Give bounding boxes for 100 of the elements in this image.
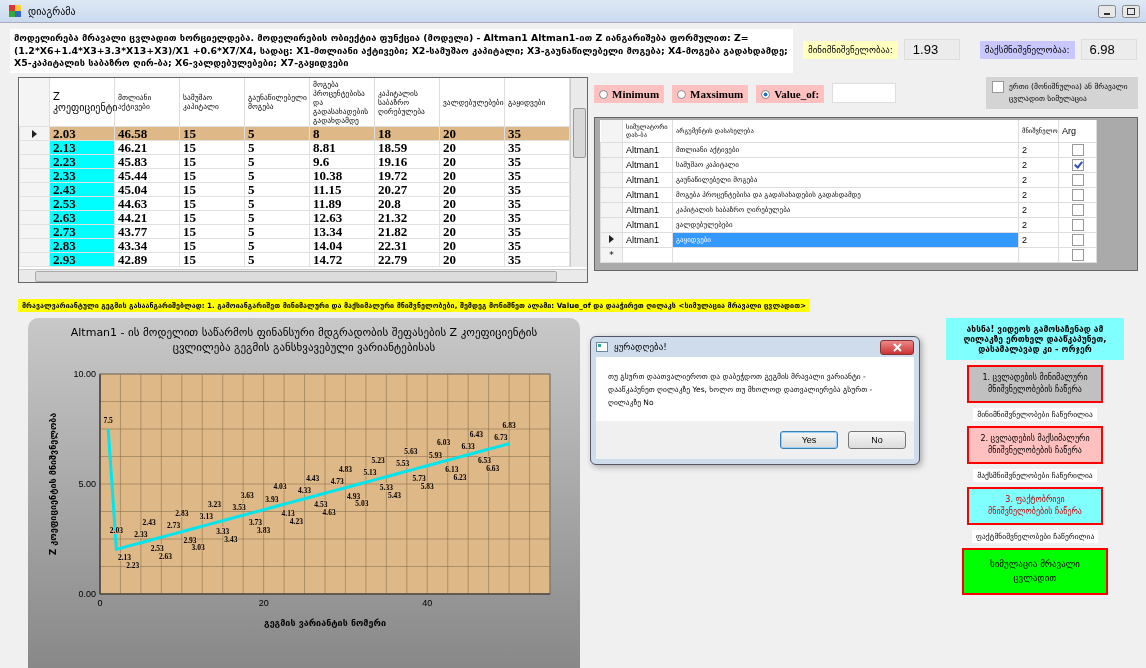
dialog-button[interactable]: Yes	[780, 431, 838, 450]
table-cell: 2	[1018, 157, 1059, 173]
table-cell: 20	[439, 140, 505, 155]
new-row-marker: *	[609, 250, 614, 261]
table-cell: 15	[179, 210, 245, 225]
action-button[interactable]: 2. ცვლადების მაქსიმალური მნიშვნელობების ჩაწერა	[967, 426, 1103, 465]
table-cell: 15	[179, 252, 245, 267]
table-cell: 20	[439, 210, 505, 225]
table-cell: 42.89	[114, 252, 180, 267]
close-button[interactable]	[880, 339, 914, 355]
app-icon	[596, 342, 608, 353]
table-cell: 20	[439, 126, 505, 141]
app-icon	[8, 4, 22, 18]
help-button[interactable]: ახსნა! ვიდეოს გამოსაჩენად ამ ღილაკზე ერთხელ დააწკაპუნეთ, დასამალავად კი - ორჯერ	[946, 318, 1124, 361]
dialog-button[interactable]: No	[848, 431, 906, 450]
checkbox[interactable]	[1071, 249, 1084, 262]
table-cell: 44.21	[114, 210, 180, 225]
table-cell: 21.82	[374, 224, 440, 239]
checkbox[interactable]	[1071, 159, 1084, 172]
table-cell: 20.8	[374, 196, 440, 211]
axis-tick-label: 5.00	[78, 478, 96, 489]
checkbox[interactable]	[1071, 204, 1084, 217]
table-cell: Altman1	[622, 172, 673, 188]
action-button[interactable]: 1. ცვლადების მინიმალური მნიშვნელობების ჩაწერა	[967, 365, 1103, 404]
table-cell: Altman1	[622, 232, 673, 248]
dialog-title: ყურადღება!	[614, 342, 667, 353]
radio-button[interactable]	[761, 89, 771, 99]
table-cell: 45.04	[114, 182, 180, 197]
table-cell: 18	[374, 126, 440, 141]
table-cell: 20	[439, 154, 505, 169]
chart-title: Altman1 - ის მოდელით საწარმოს ფინანსური მდგრადობის შეფასების Z კოეფიციენტის ცვლილება გეგმის განსხვავებული ვარიანტებისას	[69, 326, 539, 356]
table-cell: 15	[179, 224, 245, 239]
description-text: მოდელირება მრავალი ცვლადით ხორციელდება. მოდელირების ობიექტია ფუნქცია (მოდელი) - Altman1 Altman1-ით Z იანგარიშება ფორმულით: Z=(1.2*X6+1.4*X3+3.3*X13+X3)/X1 +0.6*X7/X4, სადაც: X1-მთლიანი აქტივები; X2-სამუშაო კაპიტალი; X3-გაუნაწილებელი მოგება; X4-მოგება გადახდამდე; X5-კაპიტალის საბაზრო ღირ-ბა; X6-ვალდებულებები; X7-გაყიდვები	[10, 29, 793, 74]
table-cell: 22.79	[374, 252, 440, 267]
table-cell: 5	[244, 168, 310, 183]
vertical-scrollbar[interactable]	[570, 78, 587, 268]
radio-button[interactable]	[677, 89, 687, 99]
maximize-icon[interactable]	[1122, 4, 1140, 18]
checkbox[interactable]	[1071, 234, 1084, 247]
table-cell: Altman1	[622, 157, 673, 173]
table-cell: 8.81	[309, 140, 375, 155]
table-cell: 10.38	[309, 168, 375, 183]
y-axis-label: Z კოეფიციენტის მნიშვნელობა	[48, 412, 58, 556]
table-cell: 20	[439, 182, 505, 197]
table-cell: 20	[439, 168, 505, 183]
table-cell: 12.63	[309, 210, 375, 225]
table-cell: 5	[244, 196, 310, 211]
table-cell: 35	[504, 140, 570, 155]
table-cell: 15	[179, 154, 245, 169]
current-row-icon	[32, 130, 37, 139]
column-header[interactable]: Z კოეფიციენტი	[49, 78, 115, 127]
table-cell: 35	[504, 224, 570, 239]
table-cell: 35	[504, 196, 570, 211]
table-cell: 20.27	[374, 182, 440, 197]
checkbox[interactable]	[1071, 189, 1084, 202]
value-field[interactable]	[832, 83, 897, 104]
table-cell: 5	[244, 154, 310, 169]
table-cell: 2	[1018, 187, 1059, 203]
table-cell: 43.34	[114, 238, 180, 253]
window-title: დიაგრამა	[28, 5, 76, 17]
table-cell: 5	[244, 182, 310, 197]
table-cell: 15	[179, 238, 245, 253]
table-cell: 20	[439, 196, 505, 211]
current-row-icon	[609, 235, 614, 244]
minimize-icon[interactable]	[1098, 4, 1116, 18]
table-cell: 11.15	[309, 182, 375, 197]
table-cell: 15	[179, 140, 245, 155]
table-cell: 8	[309, 126, 375, 141]
table-cell: 13.34	[309, 224, 375, 239]
table-cell: 19.72	[374, 168, 440, 183]
table-cell: 15	[179, 168, 245, 183]
table-cell: 5	[244, 238, 310, 253]
table-cell: 45.44	[114, 168, 180, 183]
radio-button[interactable]	[599, 89, 608, 99]
axis-tick-label: 40	[422, 597, 433, 608]
table-cell: 46.21	[114, 140, 180, 155]
table-cell: 19.16	[374, 154, 440, 169]
table-cell: 5	[244, 210, 310, 225]
table-cell: Altman1	[622, 142, 673, 158]
table-cell: 11.89	[309, 196, 375, 211]
checkbox[interactable]	[1071, 144, 1084, 157]
table-cell: 15	[179, 196, 245, 211]
action-button[interactable]: 3. ფაქტობრივი მნიშვნელობების ჩაწერა	[967, 487, 1103, 526]
table-cell: 15	[179, 182, 245, 197]
table-cell: 35	[504, 210, 570, 225]
table-cell: 18.59	[374, 140, 440, 155]
horizontal-scrollbar[interactable]	[19, 269, 587, 283]
close-icon	[892, 342, 902, 352]
action-button[interactable]: სიმულაცია მრავალი ცვლადით	[962, 548, 1108, 596]
stat-value: 1.93	[903, 39, 960, 60]
table-cell: 5	[244, 126, 310, 141]
table-cell: 5	[244, 140, 310, 155]
checkbox[interactable]	[1071, 174, 1084, 187]
table-cell: 22.31	[374, 238, 440, 253]
stat-value: 6.98	[1080, 39, 1137, 60]
checkbox[interactable]	[1071, 219, 1084, 232]
column-header[interactable]: Arg	[1058, 120, 1097, 143]
table-cell: 45.83	[114, 154, 180, 169]
table-cell: 14.72	[309, 252, 375, 267]
table-cell: 35	[504, 238, 570, 253]
